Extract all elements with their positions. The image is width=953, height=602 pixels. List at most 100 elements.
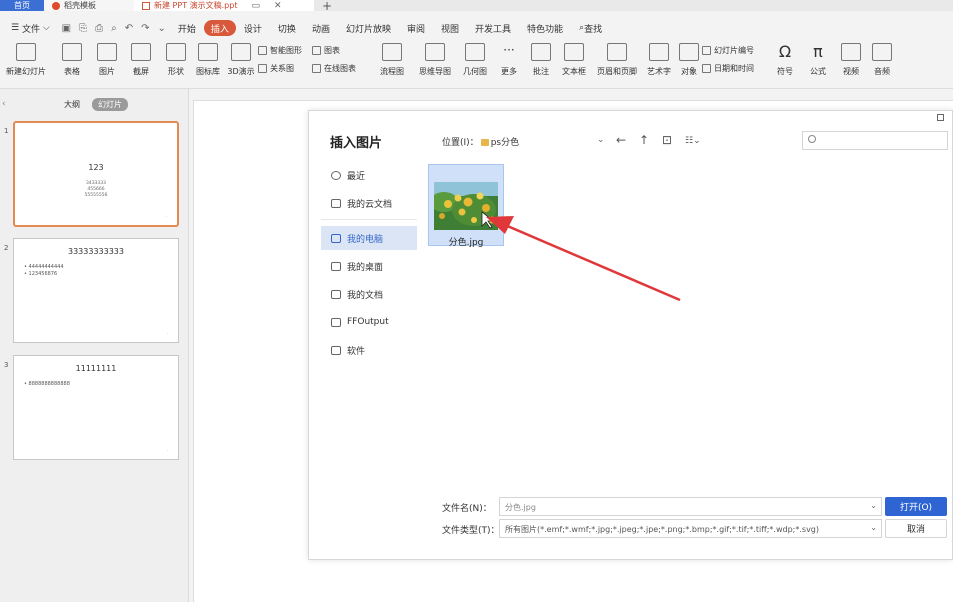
audio-button[interactable]: 音频	[868, 40, 896, 84]
geometry-button[interactable]: 几何图	[458, 40, 492, 84]
up-arrow-icon[interactable]: ↑	[639, 133, 649, 147]
slide-info-group: 幻灯片编号 日期和时间	[702, 40, 768, 74]
export-icon[interactable]: ⎘	[75, 23, 91, 34]
clock-icon	[331, 170, 341, 180]
comment-button[interactable]: 批注	[526, 40, 556, 84]
print-icon[interactable]: ⎙	[91, 23, 107, 34]
menu-animation[interactable]: 动画	[304, 20, 338, 36]
nav-my-computer[interactable]: 我的电脑	[321, 226, 417, 250]
slide-number-1: 1	[4, 127, 9, 135]
date-time-button[interactable]: 日期和时间	[702, 63, 768, 74]
screenshot-icon	[131, 43, 151, 61]
mindmap-icon	[425, 43, 445, 61]
smart-shape-label: 智能图形	[270, 46, 302, 55]
omega-icon: Ω	[778, 42, 792, 61]
geometry-label: 几何图	[463, 67, 487, 76]
undo-icon[interactable]: ↶	[121, 23, 137, 34]
menu-design[interactable]: 设计	[236, 20, 270, 36]
tab-slides[interactable]: 幻灯片	[92, 98, 128, 111]
flowchart-button[interactable]: 流程图	[372, 40, 412, 84]
location-dropdown-icon[interactable]: ⌄	[597, 135, 605, 145]
location-value[interactable]: ps分色	[491, 138, 519, 148]
nav-cloud-docs[interactable]: 我的云文档	[321, 191, 417, 215]
online-chart-button[interactable]: 在线图表	[312, 63, 372, 74]
video-button[interactable]: 视频	[834, 40, 868, 84]
chevron-down-icon[interactable]: ⌄	[870, 501, 877, 510]
menu-features[interactable]: 特色功能	[519, 20, 571, 36]
online-chart-label: 在线图表	[324, 64, 356, 73]
tab-bar: 首页 稻壳模板 新建 PPT 演示文稿.ppt ▭ ✕ +	[0, 0, 953, 13]
menu-start[interactable]: 开始	[170, 20, 204, 36]
new-folder-icon[interactable]: ⊡	[662, 133, 672, 147]
symbol-button[interactable]: Ω 符号	[768, 40, 802, 84]
more-button[interactable]: ··· 更多	[492, 40, 526, 84]
icon-library-button[interactable]: 图标库	[192, 40, 224, 84]
tab-home[interactable]: 首页	[0, 0, 44, 11]
object-button[interactable]: 对象	[676, 40, 702, 84]
nav-documents[interactable]: 我的文档	[321, 282, 417, 306]
collapse-panel-icon[interactable]: ‹	[2, 99, 6, 109]
search-input[interactable]	[819, 133, 945, 148]
tab-outline[interactable]: 大纲	[58, 98, 86, 111]
menu-review[interactable]: 审阅	[399, 20, 433, 36]
picture-button[interactable]: 图片	[92, 40, 122, 84]
menu-search[interactable]: ⌕ 查找	[571, 20, 610, 36]
new-slide-button[interactable]: 新建幻灯片	[0, 40, 52, 84]
maximize-icon[interactable]	[937, 114, 944, 121]
back-arrow-icon[interactable]: ←	[616, 133, 626, 147]
wordart-button[interactable]: 艺术字	[642, 40, 676, 84]
formula-button[interactable]: π 公式	[802, 40, 834, 84]
header-footer-button[interactable]: 页眉和页脚	[592, 40, 642, 84]
search-box[interactable]	[802, 131, 948, 150]
menu-view[interactable]: 视图	[433, 20, 467, 36]
flowchart-label: 流程图	[380, 67, 404, 76]
more-dropdown-icon[interactable]: ⌄	[153, 23, 169, 34]
nav-desktop[interactable]: 我的桌面	[321, 254, 417, 278]
nav-ffoutput[interactable]: FFOutput	[321, 310, 417, 334]
view-mode-icon[interactable]: ☷⌄	[685, 136, 701, 146]
demo-3d-label: 3D演示	[227, 67, 255, 76]
open-button[interactable]: 打开(O)	[885, 497, 947, 516]
file-item[interactable]: 分色.jpg	[428, 164, 504, 248]
save-icon[interactable]: ▣	[58, 23, 75, 34]
textbox-button[interactable]: 文本框	[556, 40, 592, 84]
menu-insert[interactable]: 插入	[203, 20, 236, 36]
icon-library-label: 图标库	[196, 67, 220, 76]
file-menu[interactable]: ☰ 文件 ⌵	[3, 20, 58, 36]
chart-button[interactable]: 图表	[312, 45, 372, 56]
tab-template[interactable]: 稻壳模板	[44, 0, 134, 11]
nav-software[interactable]: 软件	[321, 338, 417, 362]
menu-slideshow[interactable]: 幻灯片放映	[338, 20, 399, 36]
tab-close-icon[interactable]: ✕	[274, 1, 282, 11]
demo-3d-button[interactable]: 3D演示	[224, 40, 258, 84]
slide-number-button[interactable]: 幻灯片编号	[702, 45, 768, 56]
preview-icon[interactable]: ⌕	[107, 23, 121, 34]
speaker-icon	[872, 43, 892, 61]
filename-field[interactable]: 分色.jpg ⌄	[499, 497, 882, 516]
chart-label: 图表	[324, 46, 340, 55]
slide-thumbnail-2[interactable]: 33333333333 • 44444444444 • 123456876 ·	[13, 238, 179, 343]
slide-1-title: 123	[88, 163, 104, 172]
slide-thumbnail-1[interactable]: 123 3433333 455666 55555556 ·	[13, 121, 179, 227]
screenshot-button[interactable]: 截屏	[122, 40, 160, 84]
relation-button[interactable]: 关系图	[258, 63, 312, 74]
cancel-button[interactable]: 取消	[885, 519, 947, 538]
tab-document[interactable]: 新建 PPT 演示文稿.ppt ▭ ✕	[134, 0, 314, 11]
view-tabs: 大纲 幻灯片	[58, 98, 128, 111]
nav-recent[interactable]: 最近	[321, 163, 417, 187]
shape-button[interactable]: 形状	[160, 40, 192, 84]
filename-label: 文件名(N)：	[442, 504, 492, 514]
redo-icon[interactable]: ↷	[137, 23, 153, 34]
table-button[interactable]: 表格	[52, 40, 92, 84]
filetype-select[interactable]: 所有图片(*.emf;*.wmf;*.jpg;*.jpeg;*.jpe;*.pn…	[499, 519, 882, 538]
mindmap-button[interactable]: 思维导图	[412, 40, 458, 84]
slide-thumbnail-3[interactable]: 11111111 • 8888888888888 ·	[13, 355, 179, 460]
chevron-down-icon[interactable]: ⌄	[870, 523, 877, 532]
nav-computer-label: 我的电脑	[347, 234, 384, 245]
tab-pin-icon[interactable]: ▭	[251, 1, 260, 11]
smart-shape-button[interactable]: 智能图形	[258, 45, 312, 56]
online-chart-icon	[312, 64, 321, 73]
menu-transition[interactable]: 切换	[270, 20, 304, 36]
menu-developer[interactable]: 开发工具	[467, 20, 519, 36]
new-tab-button[interactable]: +	[314, 0, 340, 13]
